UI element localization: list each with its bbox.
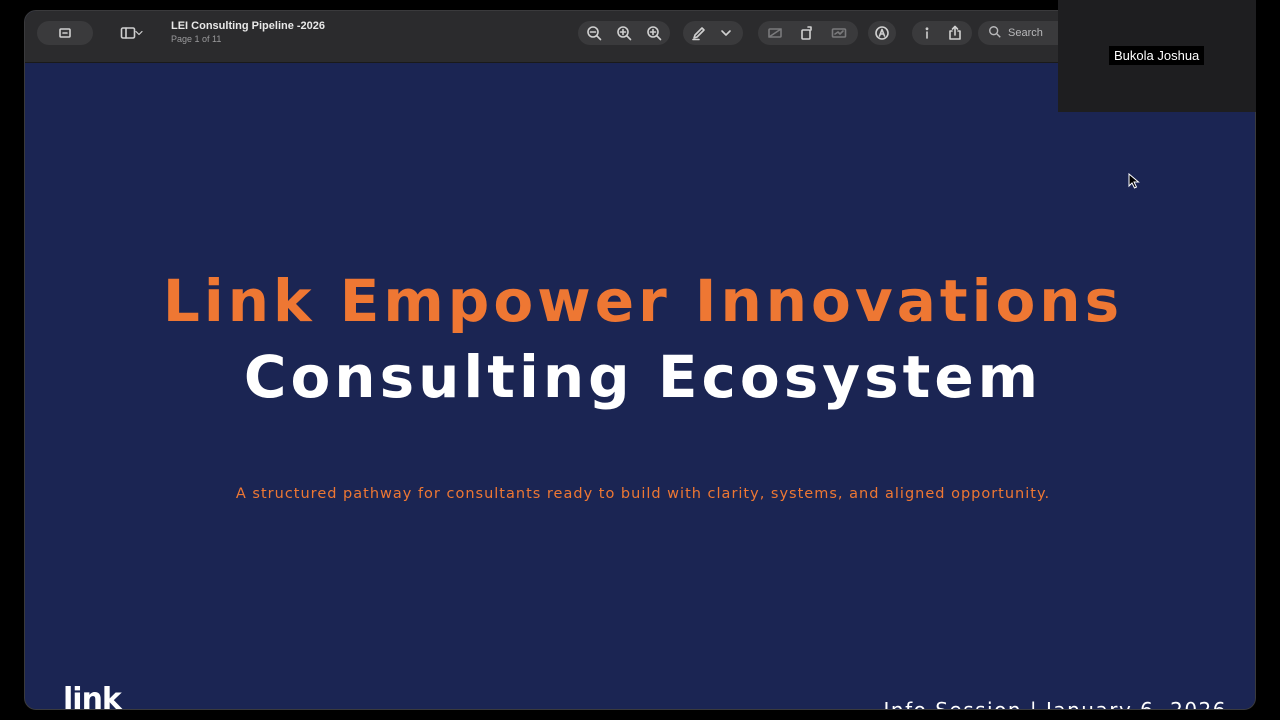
zoom-fit-icon[interactable] bbox=[643, 23, 665, 43]
slide-page: Link Empower Innovations Consulting Ecos… bbox=[31, 63, 1255, 709]
markup-chevron-icon[interactable] bbox=[718, 23, 734, 43]
window-icon[interactable] bbox=[54, 23, 76, 43]
zoom-in-icon[interactable] bbox=[613, 23, 635, 43]
slide-footer: Info Session | January 6, 2026 bbox=[883, 698, 1227, 710]
slide-tagline: A structured pathway for consultants rea… bbox=[235, 486, 1051, 502]
search-icon bbox=[988, 25, 1008, 42]
crop-icon[interactable] bbox=[764, 23, 786, 43]
zoom-out-icon[interactable] bbox=[583, 23, 605, 43]
slide-title-line-2: Consulting Ecosystem bbox=[243, 343, 1043, 411]
link-logo: link bbox=[63, 682, 122, 710]
signature-icon[interactable] bbox=[828, 23, 850, 43]
search-placeholder: Search bbox=[1008, 27, 1043, 39]
pdf-viewer-window: LEI Consulting Pipeline -2026 Page 1 of … bbox=[24, 10, 1256, 710]
info-icon[interactable] bbox=[916, 23, 938, 43]
chevron-down-icon[interactable] bbox=[133, 23, 145, 43]
slide-title-line-1: Link Empower Innovations bbox=[162, 267, 1124, 335]
share-icon[interactable] bbox=[944, 23, 966, 43]
highlight-pen-icon[interactable] bbox=[688, 23, 710, 43]
page-indicator: Page 1 of 11 bbox=[171, 34, 222, 44]
mouse-cursor-icon bbox=[1128, 173, 1140, 189]
markup-icon[interactable] bbox=[871, 23, 893, 43]
rotate-icon[interactable] bbox=[796, 23, 818, 43]
participant-video-tile: Bukola Joshua bbox=[1058, 0, 1256, 112]
participant-name: Bukola Joshua bbox=[1109, 46, 1205, 65]
document-title: LEI Consulting Pipeline -2026 bbox=[171, 20, 326, 32]
